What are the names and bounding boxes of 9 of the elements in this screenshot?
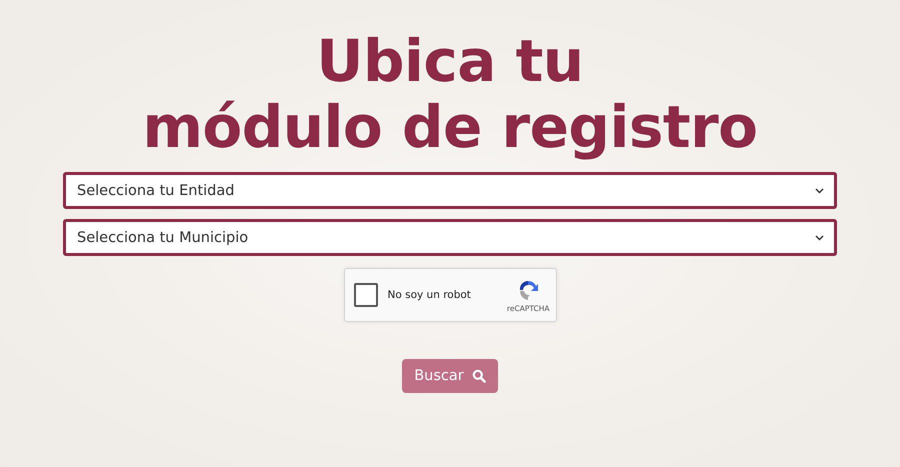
chevron-icon	[815, 188, 824, 194]
page-title: módulo de registro	[142, 94, 758, 160]
dropdown-select[interactable]: Selecciona tu Municipio	[63, 219, 837, 256]
captcha-checkbox[interactable]	[354, 283, 378, 307]
chevron-icon	[815, 234, 824, 240]
search-icon	[472, 369, 486, 383]
dropdown-select[interactable]: Selecciona tu Entidad	[63, 172, 837, 209]
page-title: Ubica tu	[316, 28, 584, 94]
captcha-label: No soy un robot	[388, 289, 472, 301]
